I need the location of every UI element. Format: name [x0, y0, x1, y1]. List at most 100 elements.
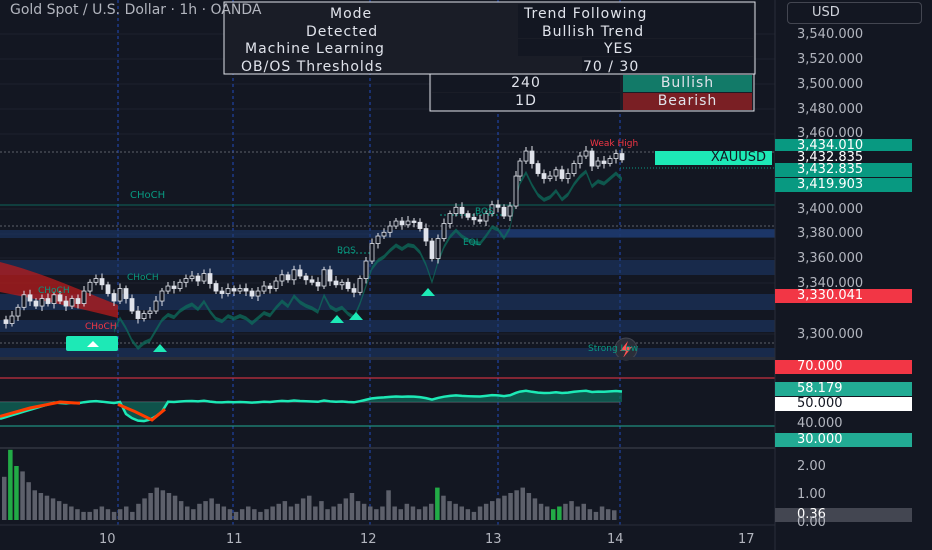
candle-body: [309, 279, 315, 283]
volume-bar: [154, 487, 159, 520]
pane-divider: [0, 357, 775, 360]
volume-bar: [502, 495, 507, 520]
volume-bar: [429, 503, 434, 520]
volume-bar: [233, 511, 239, 520]
volume-bar: [93, 509, 98, 520]
volume-axis-label: 0.00: [797, 515, 826, 530]
bos-label: BOS: [337, 246, 356, 256]
candle-body: [9, 315, 15, 324]
volume-bar: [508, 493, 513, 520]
volume-bar: [130, 511, 135, 520]
candle-body: [535, 163, 541, 174]
volume-bar: [117, 509, 123, 520]
volume-bar: [69, 506, 74, 520]
volume-bar: [319, 501, 324, 520]
candle-body: [171, 285, 177, 289]
timeframe-state: Bearish: [623, 93, 752, 110]
volume-bar: [331, 506, 336, 520]
volume-bar: [252, 509, 257, 520]
candle-body: [345, 281, 351, 289]
volume-bar: [374, 509, 379, 520]
volume-bar: [276, 503, 281, 520]
candle-body: [495, 204, 501, 208]
price-axis-label: 3,400.000: [797, 202, 864, 217]
candle-body: [411, 220, 417, 223]
volume-bar: [288, 506, 294, 520]
volume-bar: [587, 509, 593, 520]
candle-body: [595, 160, 601, 167]
candle-body: [613, 153, 619, 159]
candle-body: [225, 288, 231, 294]
volume-bar: [557, 506, 562, 520]
settings-value: YES: [604, 41, 634, 57]
candle-body: [471, 216, 477, 221]
volume-bar: [496, 498, 501, 520]
candle-body: [189, 275, 195, 279]
volume-bar: [191, 509, 196, 520]
candle-body: [27, 294, 33, 302]
volume-bar: [544, 506, 550, 520]
weak-high-label: Weak High: [590, 139, 639, 149]
timeframe-row: 240 Bullish: [430, 75, 754, 93]
candle-body: [315, 281, 321, 287]
volume-bar: [483, 503, 489, 520]
timeframe-label: 240: [432, 75, 620, 92]
volume-bar: [111, 511, 117, 520]
volume-bar: [185, 506, 190, 520]
candle-body: [63, 300, 69, 307]
candle-body: [69, 298, 75, 307]
time-axis-label: 10: [99, 532, 116, 547]
volume-bar: [215, 503, 220, 520]
price-tag: 3,419.903: [775, 178, 912, 192]
time-axis-label: 17: [738, 532, 755, 547]
candle-body: [547, 175, 553, 179]
volume-bar: [203, 501, 208, 520]
volume-bar: [270, 506, 275, 520]
volume-bar: [459, 506, 464, 520]
candle-body: [297, 269, 303, 277]
candle-body: [601, 160, 607, 164]
volume-bar: [313, 506, 318, 520]
time-axis-label: 13: [485, 532, 502, 547]
volume-bar: [264, 509, 269, 520]
candle-body: [99, 278, 105, 286]
volume-bar: [538, 503, 544, 520]
settings-label: Machine Learning: [245, 41, 385, 57]
candle-body: [303, 275, 309, 281]
price-tag: 3,330.041: [775, 289, 912, 303]
candle-body: [165, 285, 171, 292]
candle-body: [255, 290, 261, 297]
candle-body: [565, 173, 571, 179]
volume-bar: [551, 509, 556, 520]
volume-bar: [471, 511, 477, 520]
candle-body: [405, 220, 411, 226]
time-axis-label: 11: [226, 532, 243, 547]
candle-body: [45, 298, 51, 304]
volume-bar: [50, 498, 56, 520]
volume-bar: [416, 509, 422, 520]
pane-divider: [0, 447, 775, 449]
volume-bar: [392, 506, 397, 520]
settings-value: Bullish Trend: [542, 24, 645, 40]
volume-bar: [404, 503, 410, 520]
volume-bar: [325, 509, 330, 520]
candle-body: [285, 274, 291, 281]
volume-bar: [142, 498, 147, 520]
candle-body: [177, 281, 183, 289]
candle-body: [453, 206, 459, 214]
oscillator-tag: 30.000: [775, 433, 912, 447]
currency-selector[interactable]: USD: [787, 2, 922, 24]
volume-bar: [380, 506, 385, 520]
candle-body: [159, 290, 165, 302]
price-axis-label: 3,480.000: [797, 102, 864, 117]
volume-bar: [349, 493, 355, 520]
candle-body: [571, 163, 577, 174]
candle-body: [447, 213, 453, 224]
candle-body: [207, 273, 213, 284]
settings-row-detected: Detected Bullish Trend: [224, 24, 755, 41]
choch-label: CHoCH: [127, 273, 159, 283]
candle-body: [333, 280, 339, 286]
oscillator-tag: 50.000: [775, 397, 912, 411]
candle-body: [213, 283, 219, 292]
settings-label: OB/OS Thresholds: [241, 59, 383, 75]
